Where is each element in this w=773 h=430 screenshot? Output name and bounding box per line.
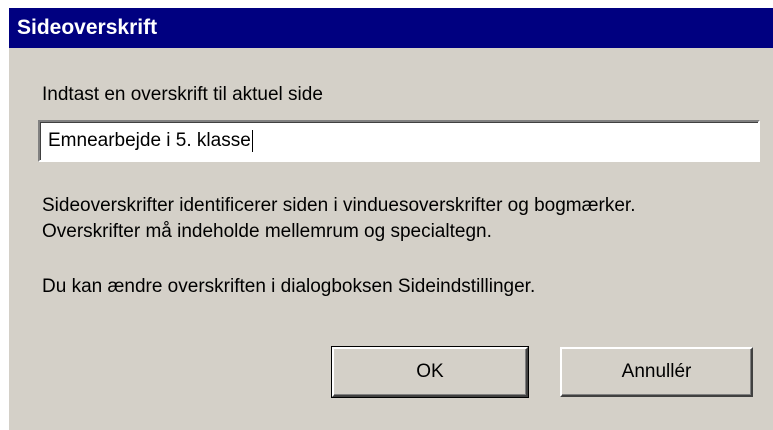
page-title-input[interactable]: Emnearbejde i 5. klasse xyxy=(38,120,760,162)
page-title-input-value: Emnearbejde i 5. klasse xyxy=(48,130,251,151)
description-text: Sideoverskrifter identificerer siden i v… xyxy=(42,193,772,245)
dialog-title-bar[interactable]: Sideoverskrift xyxy=(9,8,773,48)
description-line: Sideoverskrifter identificerer siden i v… xyxy=(42,195,636,216)
cancel-button-label: Annullér xyxy=(621,361,692,382)
text-caret xyxy=(251,129,253,152)
description-line: Overskrifter må indeholde mellemrum og s… xyxy=(42,221,492,242)
dialog-title: Sideoverskrift xyxy=(17,16,158,39)
prompt-label: Indtast en overskrift til aktuel side xyxy=(42,84,323,105)
page-title-dialog: Sideoverskrift Indtast en overskrift til… xyxy=(9,8,773,430)
hint-text: Du kan ændre overskriften i dialogboksen… xyxy=(42,276,536,297)
cancel-button[interactable]: Annullér xyxy=(560,347,753,397)
ok-button[interactable]: OK xyxy=(331,346,529,398)
ok-button-label: OK xyxy=(416,361,444,382)
